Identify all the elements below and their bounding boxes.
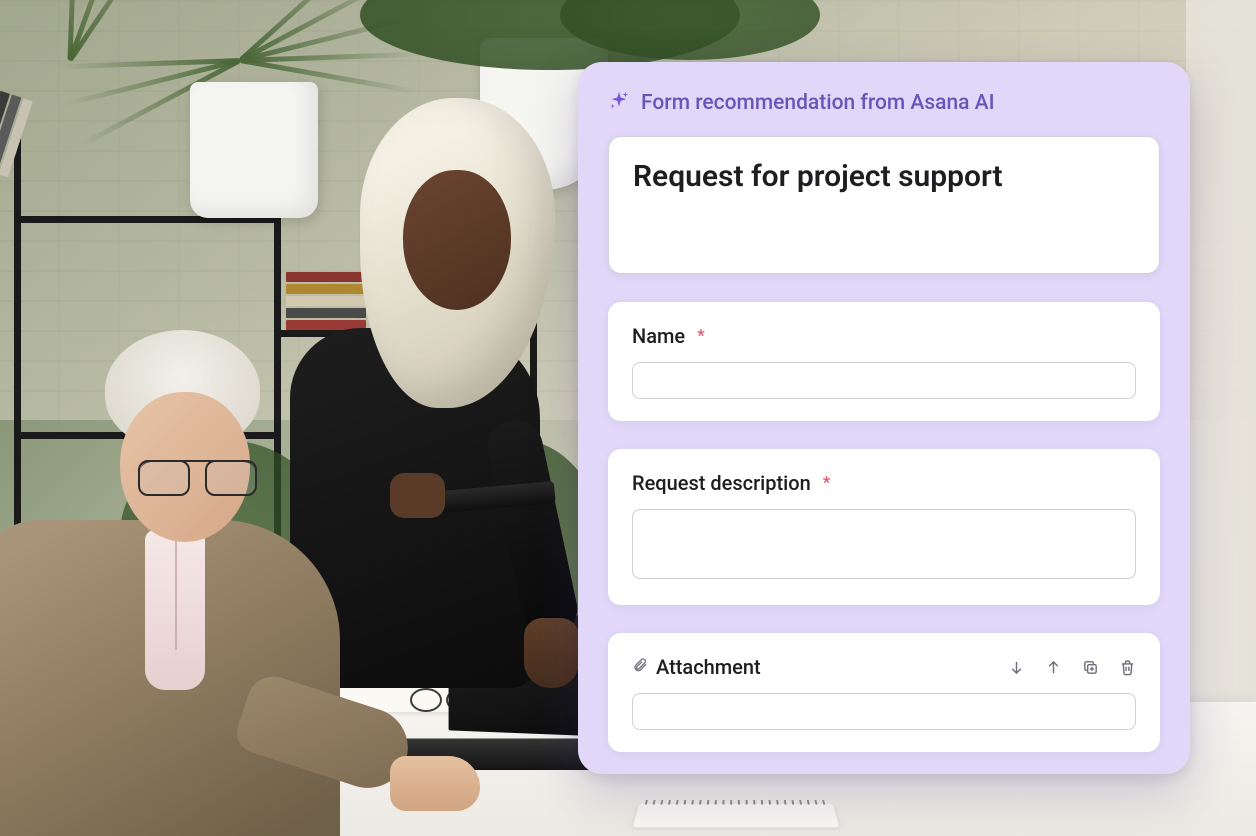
move-up-button[interactable] — [1045, 659, 1062, 676]
name-label: Name — [632, 324, 685, 348]
description-input[interactable] — [632, 509, 1136, 579]
form-recommendation-panel: Form recommendation from Asana AI Reques… — [578, 62, 1190, 774]
name-input[interactable] — [632, 362, 1136, 399]
trash-icon — [1119, 659, 1136, 676]
name-field-card: Name * — [608, 302, 1160, 421]
attachment-input[interactable] — [632, 693, 1136, 730]
sparkle-icon — [608, 90, 630, 116]
required-mark: * — [697, 326, 705, 346]
duplicate-button[interactable] — [1082, 659, 1099, 676]
panel-header: Form recommendation from Asana AI — [608, 90, 1160, 116]
arrow-down-icon — [1008, 659, 1025, 676]
field-actions — [1008, 659, 1136, 676]
arrow-up-icon — [1045, 659, 1062, 676]
attachment-field-card: Attachment — [608, 633, 1160, 752]
duplicate-icon — [1082, 659, 1099, 676]
attachment-label: Attachment — [656, 655, 761, 679]
panel-title: Form recommendation from Asana AI — [641, 91, 995, 115]
description-field-card: Request description * — [608, 449, 1160, 605]
required-mark: * — [823, 473, 831, 493]
move-down-button[interactable] — [1008, 659, 1025, 676]
delete-button[interactable] — [1119, 659, 1136, 676]
form-title: Request for project support — [633, 159, 1135, 195]
description-label: Request description — [632, 471, 811, 495]
paperclip-icon — [632, 655, 648, 679]
form-title-card[interactable]: Request for project support — [608, 136, 1160, 274]
